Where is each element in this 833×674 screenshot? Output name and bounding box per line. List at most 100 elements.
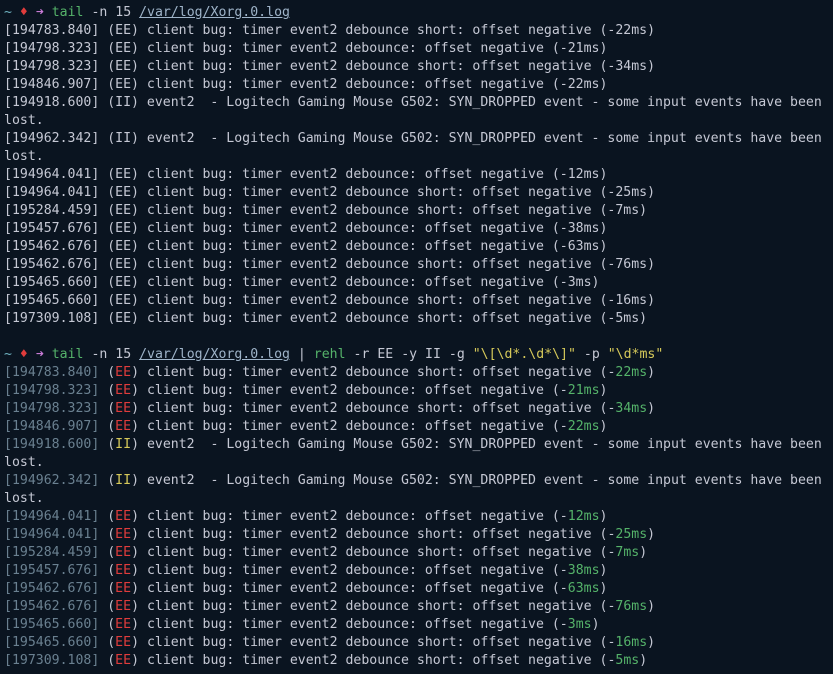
level-ee: EE [115,617,131,632]
log-message: client bug: timer event2 debounce: offse… [139,563,568,578]
log-tail: ) [600,419,608,434]
log-line: [194798.323] (EE) client bug: timer even… [4,58,829,76]
ms-value: 12ms [568,509,600,524]
level-ee: EE [115,599,131,614]
ms-value: 16ms [615,635,647,650]
ms-value: 25ms [615,527,647,542]
log-message: client bug: timer event2 debounce short:… [139,365,615,380]
flag-p: -p [584,347,600,362]
log-tail: ) [647,599,655,614]
command-tail: tail [52,347,84,362]
log-line: [194964.041] (EE) client bug: timer even… [4,166,829,184]
timestamp: [194962.342] [4,473,99,488]
ms-value: 76ms [615,599,647,614]
log-line: [195462.676] (EE) client bug: timer even… [4,256,829,274]
log-line: [194964.041] (EE) client bug: timer even… [4,508,829,526]
timestamp: [195465.660] [4,617,99,632]
ms-value: 21ms [568,383,600,398]
path-xorglog: /var/log/Xorg.0.log [139,5,290,20]
log-line: [194918.600] (II) event2 - Logitech Gami… [4,436,829,472]
ms-value: 34ms [615,401,647,416]
ms-value: 63ms [568,581,600,596]
log-tail: ) [639,653,647,668]
log-output-plain: [194783.840] (EE) client bug: timer even… [4,22,829,328]
log-line: [195465.660] (EE) client bug: timer even… [4,274,829,292]
level-ee: EE [115,401,131,416]
arrow-icon: ➜ [36,347,44,362]
log-message: client bug: timer event2 debounce short:… [139,545,615,560]
level-ii: II [115,473,131,488]
command-tail: tail [52,5,84,20]
log-tail: ) [600,383,608,398]
timestamp: [194964.041] [4,509,99,524]
timestamp: [194798.323] [4,383,99,398]
flag-g: -g [449,347,465,362]
log-line: [195465.660] (EE) client bug: timer even… [4,292,829,310]
log-line: [195284.459] (EE) client bug: timer even… [4,544,829,562]
log-line: [195465.660] (EE) client bug: timer even… [4,616,829,634]
ms-value: 22ms [615,365,647,380]
shell-prompt-2[interactable]: ~ ♦ ➜ tail -n 15 /var/log/Xorg.0.log | r… [4,346,829,364]
log-message: client bug: timer event2 debounce short:… [139,653,615,668]
arg-y: II [425,347,441,362]
log-message: client bug: timer event2 debounce short:… [139,401,615,416]
log-tail: ) [647,401,655,416]
level-ee: EE [115,635,131,650]
log-output-highlighted: [194783.840] (EE) client bug: timer even… [4,364,829,670]
arg-r: EE [377,347,393,362]
log-line: [195465.660] (EE) client bug: timer even… [4,634,829,652]
log-line: [194964.041] (EE) client bug: timer even… [4,526,829,544]
shell-prompt-1[interactable]: ~ ♦ ➜ tail -n 15 /var/log/Xorg.0.log [4,4,829,22]
level-ee: EE [115,383,131,398]
log-line: [194962.342] (II) event2 - Logitech Gami… [4,472,829,508]
level-ee: EE [115,419,131,434]
ms-value: 38ms [568,563,600,578]
log-line: [195462.676] (EE) client bug: timer even… [4,238,829,256]
timestamp: [197309.108] [4,653,99,668]
level-ee: EE [115,563,131,578]
ms-value: 3ms [568,617,592,632]
command-rehl: rehl [314,347,346,362]
timestamp: [195462.676] [4,599,99,614]
log-tail: ) [647,527,655,542]
level-ii: II [115,437,131,452]
blank-line [4,328,829,346]
timestamp: [194964.041] [4,527,99,542]
level-ee: EE [115,365,131,380]
flag-n15: -n 15 [91,347,131,362]
level-ee: EE [115,653,131,668]
timestamp: [195465.660] [4,635,99,650]
log-message: client bug: timer event2 debounce short:… [139,527,615,542]
log-tail: ) [600,563,608,578]
diamond-icon: ♦ [20,5,28,20]
level-ee: EE [115,509,131,524]
log-tail: ) [647,635,655,650]
timestamp: [195457.676] [4,563,99,578]
level-ee: EE [115,581,131,596]
log-line: [195457.676] (EE) client bug: timer even… [4,562,829,580]
timestamp: [194846.907] [4,419,99,434]
log-message: client bug: timer event2 debounce: offse… [139,581,568,596]
arg-p: "\d*ms" [608,347,664,362]
log-line: [195284.459] (EE) client bug: timer even… [4,202,829,220]
diamond-icon: ♦ [20,347,28,362]
log-line: [194798.323] (EE) client bug: timer even… [4,400,829,418]
log-line: [194964.041] (EE) client bug: timer even… [4,184,829,202]
ms-value: 5ms [615,653,639,668]
log-message: client bug: timer event2 debounce short:… [139,635,615,650]
log-line: [194962.342] (II) event2 - Logitech Gami… [4,130,829,166]
pipe-symbol: | [290,347,314,362]
log-tail: ) [639,545,647,560]
prompt-tilde: ~ [4,347,12,362]
log-tail: ) [600,581,608,596]
prompt-tilde: ~ [4,5,12,20]
arg-g: "\[\d*.\d*\]" [473,347,576,362]
arrow-icon: ➜ [36,5,44,20]
log-line: [195457.676] (EE) client bug: timer even… [4,220,829,238]
log-message: client bug: timer event2 debounce: offse… [139,383,568,398]
level-ee: EE [115,527,131,542]
ms-value: 7ms [615,545,639,560]
log-line: [194846.907] (EE) client bug: timer even… [4,76,829,94]
log-message: client bug: timer event2 debounce short:… [139,599,615,614]
log-line: [194783.840] (EE) client bug: timer even… [4,22,829,40]
